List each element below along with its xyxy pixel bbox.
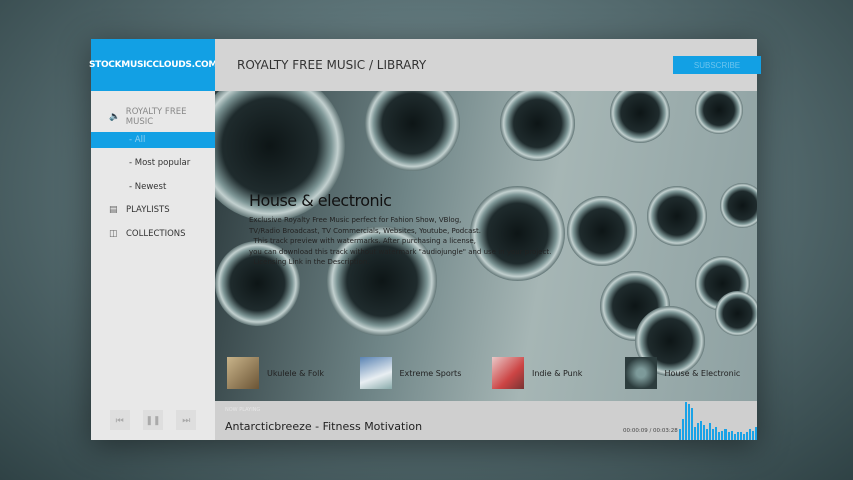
visualizer-bar xyxy=(679,428,682,440)
track-title: Antarcticbreeze - Fitness Motivation xyxy=(225,420,423,433)
hero-title: House & electronic xyxy=(249,191,392,210)
visualizer-bar xyxy=(748,428,751,440)
visualizer-bar xyxy=(709,422,712,440)
logo[interactable]: STOCKMUSICCLOUDS.COM xyxy=(89,39,217,91)
visualizer-bar xyxy=(682,419,685,440)
visualizer-bar xyxy=(685,402,688,440)
pause-icon[interactable]: ❚❚ xyxy=(142,410,163,430)
speaker-icon: 🔈 xyxy=(109,112,121,122)
sidebar: 🔈 ROYALTY FREE MUSIC - All - Most popular… xyxy=(91,91,215,440)
track-time: 00:00:09 / 00:03:28 xyxy=(623,428,678,434)
sidebar-section-royalty-free-music[interactable]: 🔈 ROYALTY FREE MUSIC xyxy=(91,107,215,127)
visualizer-bar xyxy=(703,424,706,440)
category-label: House & Electronic xyxy=(664,368,741,378)
category-label: Ukulele & Folk xyxy=(267,368,324,378)
visualizer-bar xyxy=(754,426,757,440)
category-thumbnail xyxy=(359,357,392,389)
player-bar: NOW PLAYING Antarcticbreeze - Fitness Mo… xyxy=(215,401,757,440)
category-label: Extreme Sports xyxy=(399,368,462,378)
header: ROYALTY FREE MUSIC / LIBRARY SUBSCRIBE xyxy=(215,39,761,91)
category-indie-punk[interactable]: Indie & Punk xyxy=(492,357,625,389)
category-label: Indie & Punk xyxy=(532,368,583,378)
visualizer-bar xyxy=(694,426,697,440)
visualizer-bar xyxy=(727,432,730,440)
sidebar-item-all[interactable]: - All xyxy=(91,132,215,148)
sidebar-item-collections[interactable]: ◫ COLLECTIONS xyxy=(91,226,215,242)
page-title: ROYALTY FREE MUSIC / LIBRARY xyxy=(237,58,427,72)
sidebar-item-playlists[interactable]: ▤ PLAYLISTS xyxy=(91,202,215,218)
visualizer-bar xyxy=(742,434,745,440)
previous-icon[interactable]: ⏮ xyxy=(109,410,130,430)
sidebar-section-label: ROYALTY FREE MUSIC xyxy=(125,107,187,127)
hero-banner: House & electronic Exclusive Royalty Fre… xyxy=(215,91,757,401)
hero-description: Exclusive Royalty Free Music perfect for… xyxy=(249,216,552,266)
visualizer-bar xyxy=(724,428,727,440)
subscribe-button[interactable]: SUBSCRIBE xyxy=(673,56,761,74)
visualizer-bar xyxy=(715,426,718,440)
category-ukulele-folk[interactable]: Ukulele & Folk xyxy=(227,357,360,389)
visualizer-bar xyxy=(730,430,733,440)
next-icon[interactable]: ⏭ xyxy=(176,410,197,430)
now-playing-label: NOW PLAYING xyxy=(225,407,261,413)
visualizer-bar xyxy=(736,432,739,440)
visualizer-bar xyxy=(718,432,721,440)
list-icon: ▤ xyxy=(109,205,118,215)
visualizer-bar xyxy=(697,422,700,440)
sidebar-item-newest[interactable]: - Newest xyxy=(91,179,215,195)
visualizer-bar xyxy=(700,421,703,440)
visualizer-bar xyxy=(739,431,742,440)
playlists-label: PLAYLISTS xyxy=(126,205,170,215)
category-thumbnail xyxy=(624,357,657,389)
category-thumbnail xyxy=(227,357,259,389)
visualizer-bar xyxy=(751,430,754,440)
visualizer-bar xyxy=(712,428,715,440)
visualizer-bar xyxy=(721,430,724,440)
category-extreme-sports[interactable]: Extreme Sports xyxy=(359,357,493,389)
collections-label: COLLECTIONS xyxy=(126,229,186,239)
visualizer-bar xyxy=(688,403,691,440)
audio-visualizer xyxy=(679,402,757,440)
category-list: Ukulele & Folk Extreme Sports Indie & Pu… xyxy=(227,357,757,389)
playback-controls: ⏮ ❚❚ ⏭ xyxy=(91,410,215,430)
visualizer-bar xyxy=(745,432,748,440)
category-house-electronic[interactable]: House & Electronic xyxy=(624,357,758,389)
sidebar-item-most-popular[interactable]: - Most popular xyxy=(91,155,215,171)
visualizer-bar xyxy=(733,434,736,440)
visualizer-bar xyxy=(706,428,709,440)
category-thumbnail xyxy=(492,357,524,389)
app-window: STOCKMUSICCLOUDS.COM ROYALTY FREE MUSIC … xyxy=(89,39,761,440)
visualizer-bar xyxy=(691,407,694,440)
book-icon: ◫ xyxy=(109,229,118,239)
